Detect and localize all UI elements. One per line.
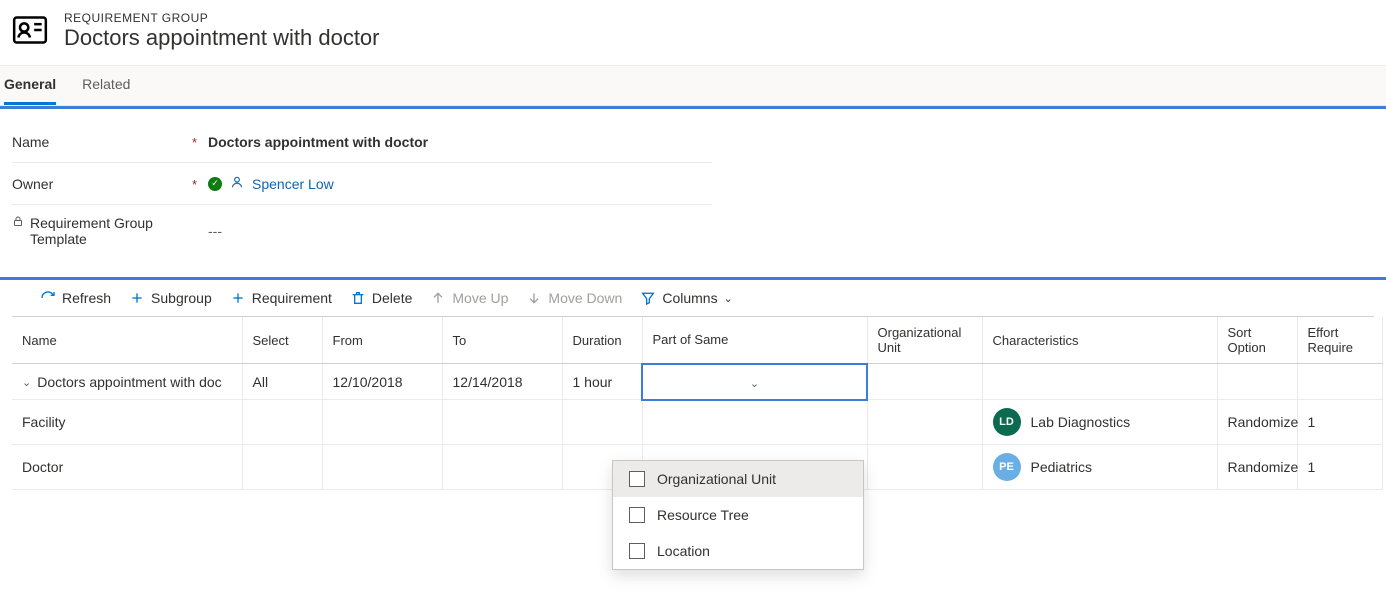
checkbox[interactable]	[629, 471, 645, 487]
form-row-owner: Owner * ✓ Spencer Low	[12, 163, 712, 205]
col-name[interactable]: Name	[12, 317, 242, 364]
cell-effort[interactable]: 1	[1297, 445, 1382, 490]
dropdown-option-label: Resource Tree	[657, 507, 749, 523]
requirement-button[interactable]: Requirement	[230, 290, 332, 306]
dropdown-option-resource-tree[interactable]: Resource Tree	[613, 497, 863, 533]
filter-icon	[640, 290, 656, 306]
cell-org-unit[interactable]	[867, 364, 982, 400]
col-select[interactable]: Select	[242, 317, 322, 364]
arrow-up-icon	[430, 290, 446, 306]
characteristic-label: Pediatrics	[1031, 459, 1092, 475]
tabs-region: General Related	[0, 65, 1386, 106]
plus-icon	[230, 290, 246, 306]
cell-select[interactable]	[242, 400, 322, 445]
cell-duration[interactable]: 1 hour	[562, 364, 642, 400]
characteristic-label: Lab Diagnostics	[1031, 414, 1131, 430]
move-up-button: Move Up	[430, 290, 508, 306]
chevron-down-icon[interactable]: ⌄	[22, 376, 31, 389]
cell-sort[interactable]: Randomize	[1217, 445, 1297, 490]
template-field: ---	[208, 223, 222, 239]
delete-button[interactable]: Delete	[350, 290, 412, 306]
part-of-same-dropdown: Organizational Unit Resource Tree Locati…	[612, 460, 864, 570]
col-org-unit[interactable]: Organizational Unit	[867, 317, 982, 364]
cell-to[interactable]	[442, 445, 562, 490]
tab-related[interactable]: Related	[82, 76, 130, 105]
verified-icon: ✓	[208, 177, 222, 191]
cell-from[interactable]: 12/10/2018	[322, 364, 442, 400]
table-row[interactable]: Facility LD Lab Diagnostics Randomize 1	[12, 400, 1382, 445]
avatar: PE	[993, 453, 1021, 481]
cell-effort[interactable]	[1297, 364, 1382, 400]
table-row[interactable]: ⌄ Doctors appointment with doc All 12/10…	[12, 364, 1382, 400]
entity-supertitle: REQUIREMENT GROUP	[64, 11, 380, 25]
page-title: Doctors appointment with doctor	[64, 25, 380, 51]
cell-from[interactable]	[322, 400, 442, 445]
columns-button[interactable]: Columns ⌄	[640, 290, 732, 306]
entity-icon	[10, 10, 50, 53]
dropdown-option-location[interactable]: Location	[613, 533, 863, 569]
form-section: Name * Doctors appointment with doctor O…	[0, 109, 1386, 277]
grid-toolbar: Refresh Subgroup Requirement Delete Move…	[0, 280, 1386, 316]
cell-characteristics[interactable]	[982, 364, 1217, 400]
col-effort[interactable]: Effort Require	[1297, 317, 1382, 364]
checkbox[interactable]	[629, 507, 645, 523]
col-characteristics[interactable]: Characteristics	[982, 317, 1217, 364]
checkbox[interactable]	[629, 543, 645, 559]
person-icon	[230, 175, 244, 192]
cell-select[interactable]	[242, 445, 322, 490]
grid-head: Name Select From To Duration Part of Sam…	[12, 317, 1382, 364]
owner-lookup[interactable]: Spencer Low	[252, 176, 334, 192]
name-label: Name	[12, 134, 49, 150]
template-label: Requirement Group Template	[30, 215, 192, 247]
chevron-down-icon: ⌄	[750, 378, 759, 390]
subgroup-button[interactable]: Subgroup	[129, 290, 212, 306]
tab-general[interactable]: General	[4, 76, 56, 105]
col-duration[interactable]: Duration	[562, 317, 642, 364]
cell-sort[interactable]: Randomize	[1217, 400, 1297, 445]
avatar: LD	[993, 408, 1021, 436]
cell-characteristics[interactable]: LD Lab Diagnostics	[982, 400, 1217, 445]
dropdown-option-label: Organizational Unit	[657, 471, 776, 487]
cell-to[interactable]: 12/14/2018	[442, 364, 562, 400]
col-from[interactable]: From	[322, 317, 442, 364]
cell-sort[interactable]	[1217, 364, 1297, 400]
move-down-button: Move Down	[526, 290, 622, 306]
lock-icon	[12, 215, 24, 230]
refresh-icon	[40, 290, 56, 306]
cell-characteristics[interactable]: PE Pediatrics	[982, 445, 1217, 490]
cell-org-unit[interactable]	[867, 400, 982, 445]
name-field[interactable]: Doctors appointment with doctor	[208, 134, 428, 150]
col-part-of-same[interactable]: Part of Same	[642, 317, 867, 364]
col-sort-option[interactable]: Sort Option	[1217, 317, 1297, 364]
chevron-down-icon: ⌄	[724, 292, 733, 305]
cell-effort[interactable]: 1	[1297, 400, 1382, 445]
cell-duration[interactable]	[562, 400, 642, 445]
refresh-button[interactable]: Refresh	[40, 290, 111, 306]
required-indicator: *	[192, 177, 197, 192]
trash-icon	[350, 290, 366, 306]
cell-part-of-same-active[interactable]: ⌄	[642, 364, 867, 400]
dropdown-option-organizational-unit[interactable]: Organizational Unit	[613, 461, 863, 497]
row-name: Doctors appointment with doc	[37, 374, 221, 390]
cell-part-of-same[interactable]	[642, 400, 867, 445]
plus-icon	[129, 290, 145, 306]
required-indicator: *	[192, 135, 197, 150]
row-name: Doctor	[22, 459, 63, 475]
cell-from[interactable]	[322, 445, 442, 490]
row-name: Facility	[22, 414, 66, 430]
cell-select[interactable]: All	[242, 364, 322, 400]
dropdown-option-label: Location	[657, 543, 710, 559]
arrow-down-icon	[526, 290, 542, 306]
page-header: REQUIREMENT GROUP Doctors appointment wi…	[0, 0, 1386, 65]
form-row-template: Requirement Group Template ---	[12, 205, 712, 257]
cell-org-unit[interactable]	[867, 445, 982, 490]
cell-to[interactable]	[442, 400, 562, 445]
col-to[interactable]: To	[442, 317, 562, 364]
owner-label: Owner	[12, 176, 53, 192]
form-row-name: Name * Doctors appointment with doctor	[12, 121, 712, 163]
